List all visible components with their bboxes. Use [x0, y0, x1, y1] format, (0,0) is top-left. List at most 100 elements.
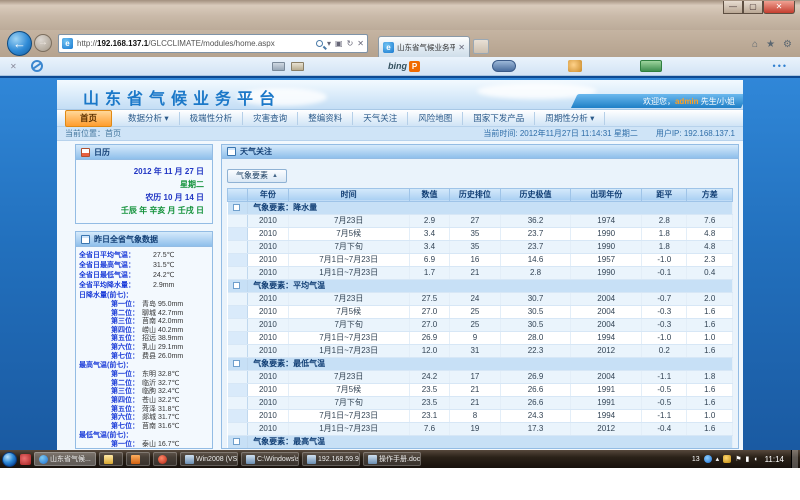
table-row[interactable]: 20107月1日~7月23日23.1824.31994-1.11.0 [228, 409, 733, 422]
cell: 1.8 [687, 370, 733, 383]
rank-line: 第四位：苍山 32.2℃ [79, 397, 207, 406]
toolbar-overflow-icon[interactable]: ••• [773, 61, 788, 71]
search-dropdown-icon[interactable]: ▾ [327, 39, 331, 48]
close-toolbar-icon[interactable]: ✕ [10, 62, 17, 71]
mail-icon[interactable] [291, 62, 304, 71]
pinned-app-icon[interactable] [20, 454, 31, 465]
table-row[interactable]: 20101月1日~7月23日1.7212.81990-0.10.4 [228, 266, 733, 279]
table-row[interactable]: 20107月23日27.52430.72004-0.72.0 [228, 292, 733, 305]
nav-item-2[interactable]: 数据分析 ▾ [118, 112, 180, 125]
taskbar-window-button-4[interactable]: 操作手册.docx ... [363, 452, 421, 466]
volume-icon[interactable]: ◖ [753, 456, 757, 463]
close-button[interactable]: ✕ [763, 1, 795, 14]
nav-item-9[interactable]: 周期性分析 ▾ [535, 112, 605, 125]
nav-item-7[interactable]: 风险地图 [408, 112, 463, 125]
minimize-button[interactable]: — [723, 1, 743, 14]
expand-icon[interactable] [233, 282, 240, 289]
security-icon[interactable] [723, 455, 731, 463]
table-row[interactable]: 20101月1日~7月23日12.03122.320120.21.6 [228, 344, 733, 357]
start-button[interactable] [2, 452, 17, 467]
new-tab-button[interactable] [473, 39, 489, 54]
cell: 7月下旬 [288, 240, 409, 253]
cell: 30.7 [500, 292, 571, 305]
bing-toolbar[interactable]: bing P [388, 61, 420, 72]
nav-item-3[interactable]: 极端性分析 [180, 112, 244, 125]
table-row[interactable]: 20107月下旬3.43523.719901.84.8 [228, 240, 733, 253]
table-row[interactable]: 20107月1日~7月23日6.91614.61957-1.02.3 [228, 253, 733, 266]
taskbar-explorer-button[interactable] [99, 452, 123, 466]
table-row[interactable]: 20107月下旬23.52126.61991-0.51.6 [228, 396, 733, 409]
favorites-star-icon[interactable]: ★ [766, 39, 775, 50]
hidden-icons-arrow[interactable]: ▴ [716, 455, 720, 463]
expand-icon[interactable] [233, 204, 240, 211]
group-row[interactable]: 气象要素：最高气温 [228, 435, 733, 448]
element-filter-button[interactable]: 气象要素▲ [227, 169, 287, 183]
column-header-3[interactable]: 数值 [409, 188, 449, 201]
rank-line: 第三位：临朐 32.4℃ [79, 388, 207, 397]
taskbar-ie-button[interactable]: 山东省气候... [34, 452, 96, 466]
toolbar-plugin-icon-2[interactable] [568, 60, 582, 72]
table-row[interactable]: 20107月5候27.02530.52004-0.31.6 [228, 305, 733, 318]
nav-item-8[interactable]: 国家下发产品 [463, 112, 535, 125]
nav-item-4[interactable]: 灾害查询 [243, 112, 298, 125]
table-row[interactable]: 20107月23日2.92736.219742.87.6 [228, 214, 733, 227]
refresh-icon[interactable]: ↻ [347, 39, 354, 48]
taskbar-window-button-3[interactable]: 192.168.59.99... [302, 452, 360, 466]
column-header-7[interactable]: 距平 [642, 188, 687, 201]
column-header-5[interactable]: 历史极值 [500, 188, 571, 201]
action-center-flag-icon[interactable]: ⚑ [735, 455, 741, 463]
table-row[interactable]: 20107月1日~7月23日26.9928.01994-1.01.0 [228, 331, 733, 344]
taskbar-clock[interactable]: 11:14 [765, 455, 784, 464]
browser-nav-row: ← → e http://192.168.137.1/GLCCLIMATE/mo… [0, 30, 800, 57]
taskbar-window-button-2[interactable]: C:\Windows\s... [241, 452, 299, 466]
cell: 36.3 [500, 448, 571, 449]
rank-label: 第五位： [79, 406, 139, 415]
nav-item-5[interactable]: 整编资料 [298, 112, 353, 125]
nav-item-1[interactable]: 首页 [65, 110, 112, 127]
maximize-button[interactable]: ▢ [743, 1, 763, 14]
cell: 1990 [571, 227, 642, 240]
table-row[interactable]: 20107月23日31.52936.31955,1951-0.32.5 [228, 448, 733, 449]
forward-button[interactable]: → [34, 34, 52, 52]
browser-tab[interactable]: e 山东省气候业务平... ✕ [378, 36, 470, 57]
taskbar-app-button-2[interactable] [153, 452, 177, 466]
table-row[interactable]: 20101月1日~7月23日7.61917.32012-0.41.6 [228, 422, 733, 435]
table-row[interactable]: 20107月5候3.43523.719901.84.8 [228, 227, 733, 240]
cell: -0.3 [642, 305, 687, 318]
toolbar-plugin-icon-1[interactable] [492, 60, 516, 72]
show-desktop-button[interactable] [791, 450, 798, 468]
compatibility-icon[interactable]: ▣ [335, 39, 343, 48]
nav-item-6[interactable]: 天气关注 [353, 112, 408, 125]
blocked-icon[interactable] [31, 60, 43, 72]
address-bar[interactable]: e http://192.168.137.1/GLCCLIMATE/module… [58, 34, 368, 53]
group-row[interactable]: 气象要素：降水量 [228, 201, 733, 214]
cell: 0.4 [687, 266, 733, 279]
column-header-1[interactable]: 年份 [248, 188, 288, 201]
cell: 1991 [571, 396, 642, 409]
expand-icon[interactable] [233, 438, 240, 445]
network-icon[interactable]: ▮ [745, 455, 749, 463]
search-icon[interactable] [316, 40, 323, 47]
expand-icon[interactable] [233, 360, 240, 367]
titlebar[interactable]: — ▢ ✕ [0, 0, 800, 30]
stop-icon[interactable]: ✕ [357, 39, 364, 48]
column-header-2[interactable]: 时间 [288, 188, 409, 201]
home-icon[interactable]: ⌂ [752, 39, 758, 50]
group-row[interactable]: 气象要素：平均气温 [228, 279, 733, 292]
column-header-4[interactable]: 历史排位 [450, 188, 501, 201]
tray-app-icon[interactable] [704, 455, 712, 463]
tab-close-icon[interactable]: ✕ [458, 43, 465, 52]
column-header-8[interactable]: 方差 [687, 188, 733, 201]
back-button[interactable]: ← [7, 31, 32, 56]
column-header-6[interactable]: 出现年份 [571, 188, 642, 201]
taskbar-app-button-1[interactable] [126, 452, 150, 466]
group-row[interactable]: 气象要素：最低气温 [228, 357, 733, 370]
table-row[interactable]: 20107月23日24.21726.92004-1.11.8 [228, 370, 733, 383]
settings-gear-icon[interactable]: ⚙ [783, 39, 792, 50]
table-row[interactable]: 20107月5候23.52126.61991-0.51.6 [228, 383, 733, 396]
toolbar-plugin-icon-3[interactable] [640, 60, 662, 72]
card-icon[interactable] [272, 62, 285, 71]
taskbar-window-button-1[interactable]: Win2008 (VS2... [180, 452, 238, 466]
url-text[interactable]: http://192.168.137.1/GLCCLIMATE/modules/… [77, 39, 316, 48]
table-row[interactable]: 20107月下旬27.02530.52004-0.31.6 [228, 318, 733, 331]
